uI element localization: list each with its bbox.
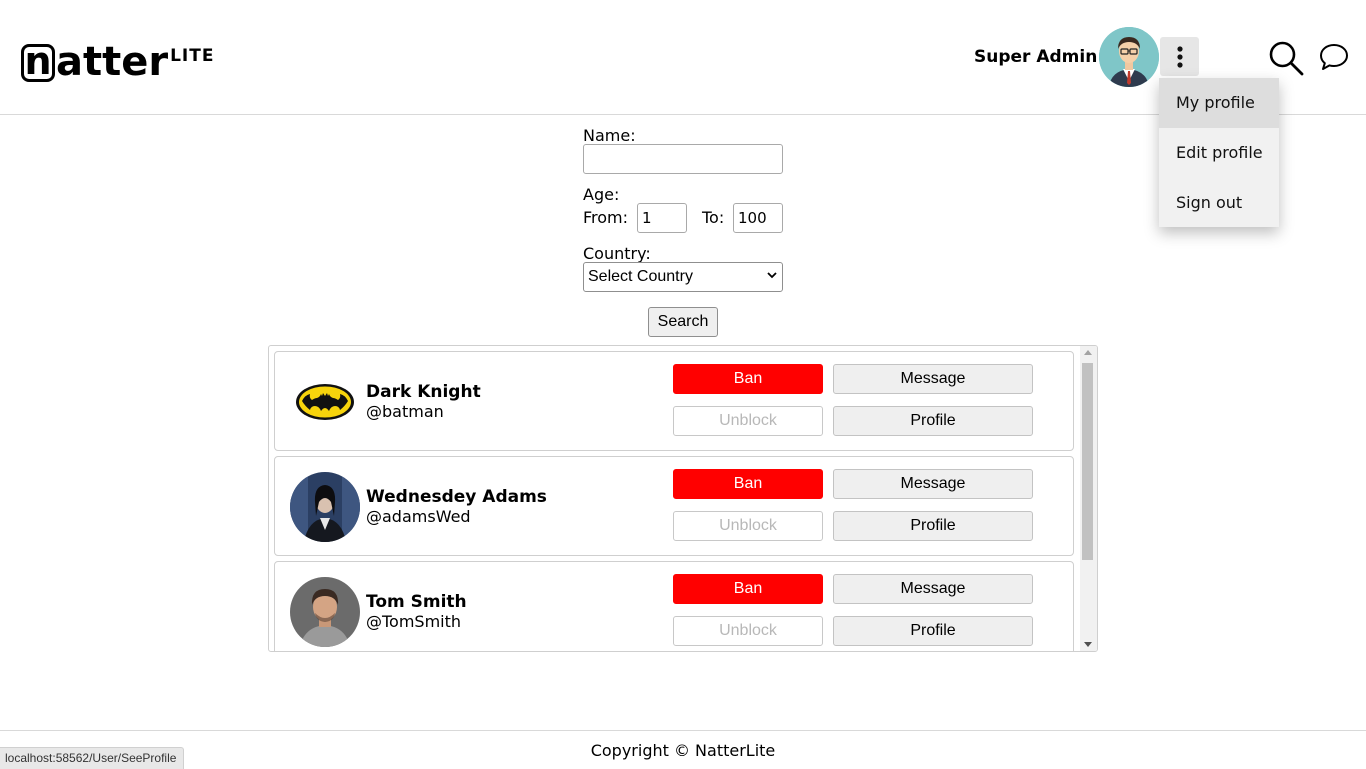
unblock-button[interactable]: Unblock <box>673 406 823 436</box>
menu-item-sign-out[interactable]: Sign out <box>1159 178 1279 228</box>
profile-button[interactable]: Profile <box>833 511 1033 541</box>
scroll-thumb[interactable] <box>1082 363 1093 560</box>
scroll-up-arrow-icon[interactable] <box>1084 350 1092 355</box>
age-from-input[interactable] <box>637 203 687 233</box>
age-label: Age: <box>583 185 620 204</box>
tom-photo-icon <box>290 577 360 647</box>
chat-bubble-icon[interactable] <box>1319 42 1349 72</box>
wednesday-avatar[interactable] <box>290 472 360 542</box>
batman-avatar[interactable] <box>290 367 360 437</box>
profile-button[interactable]: Profile <box>833 616 1033 646</box>
ban-button[interactable]: Ban <box>673 364 823 394</box>
wednesday-photo-icon <box>290 472 360 542</box>
profile-button[interactable]: Profile <box>833 406 1033 436</box>
logo-wordmark: atter <box>56 39 169 85</box>
chevron-down-icon <box>767 272 777 279</box>
user-card: Tom Smith @TomSmith Ban Unblock Message … <box>274 561 1074 651</box>
logo-letter-box: n <box>21 42 55 82</box>
current-username: Super Admin <box>974 47 1098 67</box>
name-input[interactable] <box>583 144 783 174</box>
country-select[interactable]: Select Country <box>583 262 783 292</box>
user-card: Dark Knight @batman Ban Unblock Message … <box>274 351 1074 451</box>
unblock-button[interactable]: Unblock <box>673 511 823 541</box>
user-display-name[interactable]: Tom Smith <box>366 592 467 612</box>
natter-logo[interactable]: n atter LITE <box>21 36 214 82</box>
user-results-list[interactable]: Dark Knight @batman Ban Unblock Message … <box>268 345 1098 652</box>
search-button[interactable]: Search <box>648 307 718 337</box>
menu-item-my-profile[interactable]: My profile <box>1159 78 1279 128</box>
footer-divider <box>0 730 1366 731</box>
kebab-icon <box>1176 45 1183 68</box>
user-display-name[interactable]: Wednesdey Adams <box>366 487 547 507</box>
tom-avatar[interactable] <box>290 577 360 647</box>
user-handle: @batman <box>366 402 444 421</box>
country-label: Country: <box>583 244 651 263</box>
ban-button[interactable]: Ban <box>673 574 823 604</box>
unblock-button[interactable]: Unblock <box>673 616 823 646</box>
user-handle: @adamsWed <box>366 507 471 526</box>
name-label: Name: <box>583 126 636 145</box>
age-to-input[interactable] <box>733 203 783 233</box>
age-to-label: To: <box>702 208 725 227</box>
admin-avatar-illustration <box>1099 27 1159 87</box>
results-scrollbar[interactable] <box>1080 346 1097 651</box>
user-card: Wednesdey Adams @adamsWed Ban Unblock Me… <box>274 456 1074 556</box>
message-button[interactable]: Message <box>833 469 1033 499</box>
admin-avatar[interactable] <box>1099 27 1159 87</box>
browser-status-url: localhost:58562/User/SeeProfile <box>0 747 185 769</box>
menu-item-edit-profile[interactable]: Edit profile <box>1159 128 1279 178</box>
profile-dropdown-menu: My profile Edit profile Sign out <box>1159 78 1279 227</box>
user-display-name[interactable]: Dark Knight <box>366 382 481 402</box>
message-button[interactable]: Message <box>833 364 1033 394</box>
search-icon[interactable] <box>1268 40 1304 76</box>
logo-suffix: LITE <box>170 46 215 66</box>
message-button[interactable]: Message <box>833 574 1033 604</box>
user-handle: @TomSmith <box>366 612 462 631</box>
batman-logo-icon <box>290 367 360 437</box>
copyright-text: Copyright © NatterLite <box>590 741 776 760</box>
more-menu-button[interactable] <box>1160 37 1199 76</box>
country-select-value: Select Country <box>588 268 693 285</box>
ban-button[interactable]: Ban <box>673 469 823 499</box>
age-from-label: From: <box>583 208 629 227</box>
scroll-down-arrow-icon[interactable] <box>1084 642 1092 647</box>
